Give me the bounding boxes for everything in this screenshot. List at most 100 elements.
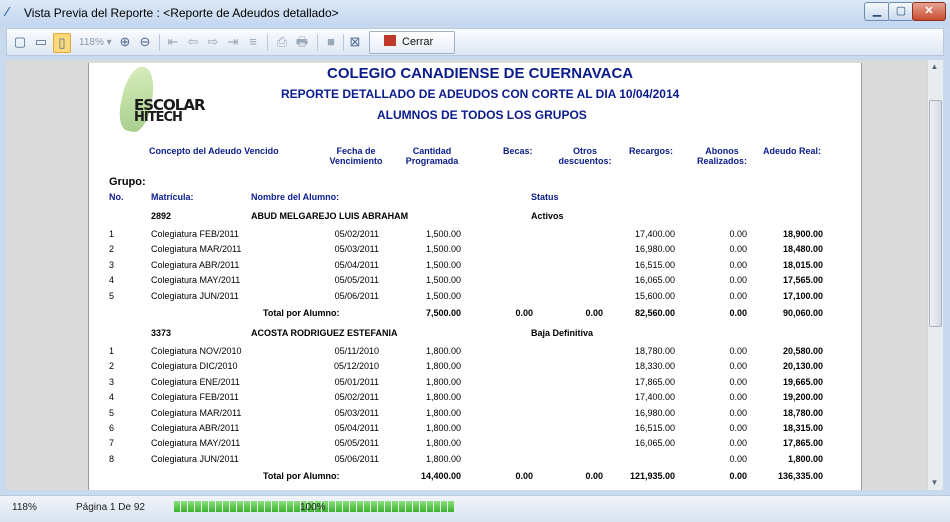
- total-abonos: 0.00: [729, 471, 747, 482]
- row-cantidad: 1,800.00: [425, 392, 461, 403]
- row-no: 1: [109, 229, 115, 239]
- row-no: 4: [109, 392, 115, 403]
- previous-page-icon[interactable]: ⇦: [185, 33, 201, 51]
- zoom-out-icon[interactable]: ⊖: [137, 33, 153, 51]
- fit-width-icon[interactable]: ▭: [33, 33, 49, 51]
- row-abonos: 0.00: [729, 453, 747, 464]
- row-concepto: Colegiatura JUN/2011: [151, 290, 239, 301]
- row-adeudo: 17,865.00: [782, 438, 823, 449]
- row-fecha: 05/04/2011: [334, 423, 379, 433]
- row-abonos: 0.00: [729, 423, 747, 433]
- total-becas: 0.00: [515, 471, 533, 482]
- row-recargos: 18,780.00: [634, 346, 675, 356]
- whole-page-icon[interactable]: ▯: [53, 33, 71, 53]
- row-recargos: 16,980.00: [634, 407, 675, 418]
- row-no: 6: [109, 423, 115, 433]
- row-no: 5: [109, 290, 115, 301]
- page-width-icon[interactable]: ▢: [13, 33, 27, 51]
- status-bar: 118% Página 1 De 92 100%: [0, 495, 950, 522]
- row-fecha: 05/04/2011: [334, 259, 379, 270]
- row-fecha: 05/03/2011: [334, 407, 379, 418]
- scroll-up-icon[interactable]: ▲: [928, 61, 941, 73]
- row-adeudo: 19,665.00: [782, 376, 823, 387]
- total-cantidad: 7,500.00: [425, 308, 461, 318]
- row-abonos: 0.00: [729, 259, 747, 270]
- row-cantidad: 1,500.00: [425, 229, 461, 239]
- row-cantidad: 1,500.00: [425, 290, 461, 301]
- row-no: 5: [109, 407, 115, 418]
- header-becas: Becas:: [503, 146, 533, 156]
- total-recargos: 121,935.00: [629, 471, 675, 482]
- student-name: ACOSTA RODRIGUEZ ESTEFANIA: [251, 328, 398, 338]
- student-name: ABUD MELGAREJO LUIS ABRAHAM: [251, 211, 409, 221]
- stop-icon[interactable]: ■: [323, 33, 339, 51]
- zoom-in-icon[interactable]: ⊕: [117, 33, 133, 51]
- row-fecha: 05/06/2011: [334, 290, 379, 301]
- total-abonos: 0.00: [729, 308, 747, 318]
- row-concepto: Colegiatura FEB/2011: [151, 229, 239, 239]
- total-adeudo: 136,335.00: [777, 471, 823, 482]
- nombre-label: Nombre del Alumno:: [251, 192, 340, 202]
- zoom-status: 118%: [12, 502, 37, 513]
- close-window-button[interactable]: ✕: [912, 2, 946, 21]
- print-setup-icon[interactable]: ⎙: [273, 33, 291, 51]
- header-otros: Otros descuentos:: [558, 146, 612, 166]
- row-no: 7: [109, 438, 115, 449]
- export-icon[interactable]: ⊠: [347, 33, 363, 51]
- row-no: 3: [109, 376, 115, 387]
- row-cantidad: 1,800.00: [425, 407, 461, 418]
- maximize-button[interactable]: ▢: [888, 2, 914, 21]
- row-concepto: Colegiatura JUN/2011: [151, 453, 239, 464]
- go-to-page-icon[interactable]: ≡: [245, 33, 261, 51]
- no-label: No.: [109, 192, 124, 202]
- row-recargos: 16,515.00: [634, 423, 675, 433]
- student-matricula: 2892: [151, 211, 172, 221]
- row-adeudo: 18,480.00: [782, 244, 823, 255]
- row-adeudo: 20,580.00: [782, 346, 823, 356]
- total-label: Total por Alumno:: [263, 471, 340, 482]
- row-recargos: 17,865.00: [634, 376, 675, 387]
- row-abonos: 0.00: [729, 438, 747, 449]
- row-fecha: 05/05/2011: [334, 275, 379, 286]
- row-concepto: Colegiatura MAR/2011: [151, 244, 242, 255]
- row-adeudo: 19,200.00: [782, 392, 823, 403]
- row-no: 2: [109, 244, 115, 255]
- row-abonos: 0.00: [729, 229, 747, 239]
- scroll-down-icon[interactable]: ▼: [928, 477, 941, 489]
- last-page-icon[interactable]: ⇥: [225, 33, 241, 51]
- page-status: Página 1 De 92: [76, 502, 145, 513]
- exit-icon: [384, 35, 396, 46]
- student-matricula: 3373: [151, 328, 172, 338]
- total-otros: 0.00: [585, 471, 603, 482]
- row-recargos: 16,065.00: [634, 438, 675, 449]
- close-button[interactable]: Cerrar: [369, 31, 455, 54]
- next-page-icon[interactable]: ⇨: [205, 33, 221, 51]
- row-concepto: Colegiatura DIC/2010: [151, 361, 238, 372]
- scrollbar-thumb[interactable]: [929, 100, 942, 327]
- zoom-select[interactable]: 118% ▾: [79, 37, 112, 48]
- student-status: Baja Definitiva: [531, 328, 594, 338]
- first-page-icon[interactable]: ⇤: [165, 33, 181, 51]
- row-cantidad: 1,800.00: [425, 346, 461, 356]
- row-recargos: 18,330.00: [634, 361, 675, 372]
- row-recargos: 17,400.00: [634, 229, 675, 239]
- row-concepto: Colegiatura ABR/2011: [151, 259, 240, 270]
- header-concepto: Concepto del Adeudo Vencido: [149, 146, 279, 156]
- row-abonos: 0.00: [729, 244, 747, 255]
- title-bar: ⁄ Vista Previa del Reporte : <Reporte de…: [0, 0, 950, 26]
- row-cantidad: 1,800.00: [425, 453, 461, 464]
- row-abonos: 0.00: [729, 275, 747, 286]
- total-adeudo: 90,060.00: [782, 308, 823, 318]
- row-fecha: 05/06/2011: [334, 453, 379, 464]
- row-concepto: Colegiatura MAR/2011: [151, 407, 242, 418]
- row-no: 4: [109, 275, 115, 286]
- print-icon[interactable]: 🖶: [293, 33, 311, 51]
- minimize-button[interactable]: ▁: [864, 2, 890, 21]
- row-concepto: Colegiatura MAY/2011: [151, 275, 241, 286]
- progress-label: 100%: [300, 502, 326, 513]
- row-fecha: 05/01/2011: [334, 376, 379, 387]
- app-icon: ⁄: [6, 4, 9, 19]
- row-recargos: 16,515.00: [634, 259, 675, 270]
- row-abonos: 0.00: [729, 392, 747, 403]
- row-fecha: 05/02/2011: [334, 392, 379, 403]
